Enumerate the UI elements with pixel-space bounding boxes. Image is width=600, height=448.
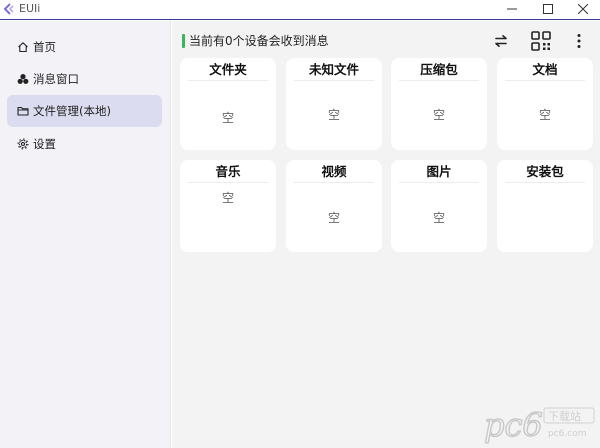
sidebar-item-messages[interactable]: 消息窗口 (7, 63, 162, 95)
card-title: 图片 (426, 164, 452, 179)
card-title: 未知文件 (308, 62, 359, 77)
card-divider (399, 182, 479, 183)
maximize-icon (543, 4, 553, 14)
app-window: EUIi 首页 消息窗口 文件管理(本地) 设置 当前有0个设备会收到消息 文件… (0, 0, 600, 448)
swap-arrows-icon (495, 35, 507, 47)
card-divider (294, 80, 374, 81)
svg-text:pc6.com: pc6.com (548, 429, 586, 439)
card-title: 安装包 (526, 164, 564, 179)
sidebar-item-label: 消息窗口 (33, 72, 79, 86)
swap-button[interactable] (489, 29, 513, 53)
card-divider (505, 182, 585, 183)
card-divider (188, 182, 268, 183)
sidebar-item-label: 设置 (33, 137, 56, 151)
close-button[interactable] (568, 0, 598, 18)
card-title: 压缩包 (420, 62, 458, 77)
sidebar-item-label: 首页 (33, 40, 56, 54)
card-divider (188, 80, 268, 81)
category-card-folders[interactable]: 文件夹 空 (180, 58, 276, 150)
card-title: 音乐 (215, 164, 241, 179)
category-card-archives[interactable]: 压缩包 空 (391, 58, 487, 150)
card-divider (505, 80, 585, 81)
card-empty-text: 空 (327, 108, 340, 122)
sidebar-item-label: 文件管理(本地) (33, 104, 111, 118)
category-card-unknown-files[interactable]: 未知文件 空 (286, 58, 382, 150)
card-divider (294, 182, 374, 183)
app-title: EUIi (19, 2, 41, 15)
card-empty-text: 空 (432, 108, 445, 122)
card-title: 视频 (321, 164, 347, 179)
card-empty-text: 空 (327, 211, 340, 225)
card-empty-text: 空 (432, 211, 445, 225)
sidebar: 首页 消息窗口 文件管理(本地) 设置 (0, 21, 171, 448)
card-title: 文档 (532, 62, 558, 77)
category-card-installers[interactable]: 安装包 (497, 160, 593, 252)
minimize-icon (507, 8, 517, 10)
sidebar-item-home[interactable]: 首页 (7, 31, 162, 63)
message-bubbles-icon (17, 73, 29, 85)
sidebar-item-file-manager[interactable]: 文件管理(本地) (7, 95, 162, 127)
qr-code-icon (531, 31, 551, 51)
card-empty-text: 空 (221, 111, 234, 125)
card-empty-text: 空 (538, 108, 551, 122)
maximize-button[interactable] (533, 0, 563, 18)
gear-icon (17, 138, 29, 150)
category-card-documents[interactable]: 文档 空 (497, 58, 593, 150)
svg-text:pc6: pc6 (484, 406, 543, 444)
category-card-images[interactable]: 图片 空 (391, 160, 487, 252)
sidebar-item-settings[interactable]: 设置 (7, 128, 162, 160)
status-indicator (182, 34, 185, 48)
pc6-watermark-logo: pc6 下载站 pc6.com (483, 405, 595, 444)
svg-text:下载站: 下载站 (548, 409, 581, 423)
card-empty-text: 空 (221, 191, 234, 205)
main-panel: 当前有0个设备会收到消息 文件夹 空 未知文件 空 压缩包 空 文档 空 音乐 … (172, 21, 600, 448)
app-logo-icon (3, 3, 14, 15)
home-icon (17, 41, 29, 53)
device-status-text: 当前有0个设备会收到消息 (189, 34, 329, 48)
close-icon (578, 4, 588, 14)
title-bar: EUIi (0, 0, 600, 20)
more-options-button[interactable] (567, 29, 591, 53)
card-divider (399, 80, 479, 81)
category-card-videos[interactable]: 视频 空 (286, 160, 382, 252)
qr-code-button[interactable] (529, 29, 553, 53)
category-card-music[interactable]: 音乐 空 (180, 160, 276, 252)
folder-icon (17, 105, 29, 117)
minimize-button[interactable] (497, 0, 527, 18)
card-title: 文件夹 (209, 62, 247, 77)
more-vertical-icon (577, 34, 581, 48)
